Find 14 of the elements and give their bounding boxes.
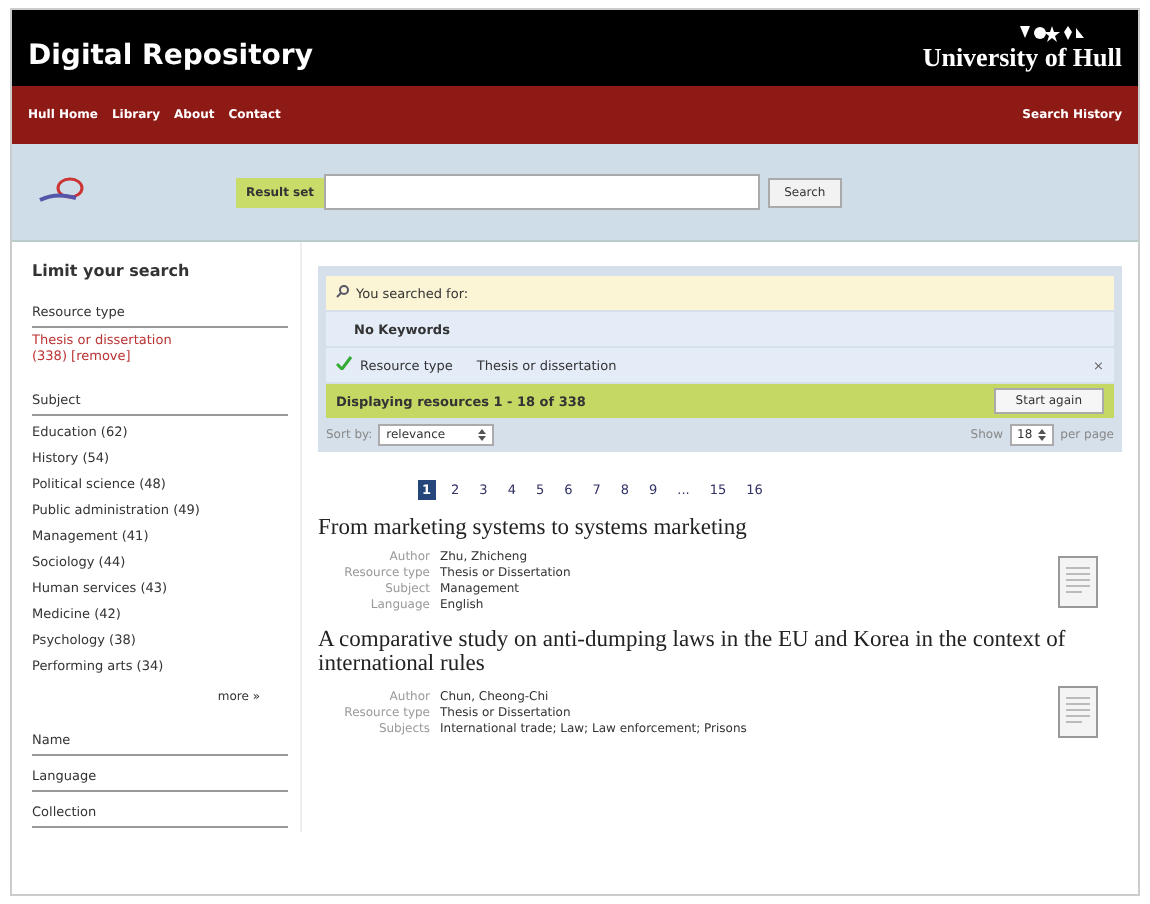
document-icon — [1058, 555, 1098, 607]
result-title-link[interactable]: A comparative study on anti-dumping laws in the EU and Korea in the context of international rules — [318, 628, 1098, 676]
result-title-link[interactable]: From marketing systems to systems marketing — [318, 516, 1098, 540]
search-icon — [336, 284, 350, 302]
logo-icon — [36, 176, 88, 208]
dropdown-arrows-icon — [1038, 428, 1047, 442]
sidebar-title: Limit your search — [32, 262, 192, 280]
dropdown-arrows-icon — [478, 428, 487, 442]
crest-icon — [1018, 23, 1086, 41]
site-title[interactable]: Digital Repository — [28, 40, 313, 72]
document-icon — [1058, 686, 1098, 738]
search-field[interactable] — [324, 174, 761, 210]
university-name: University of Hull — [922, 41, 1122, 73]
check-icon — [336, 356, 352, 374]
